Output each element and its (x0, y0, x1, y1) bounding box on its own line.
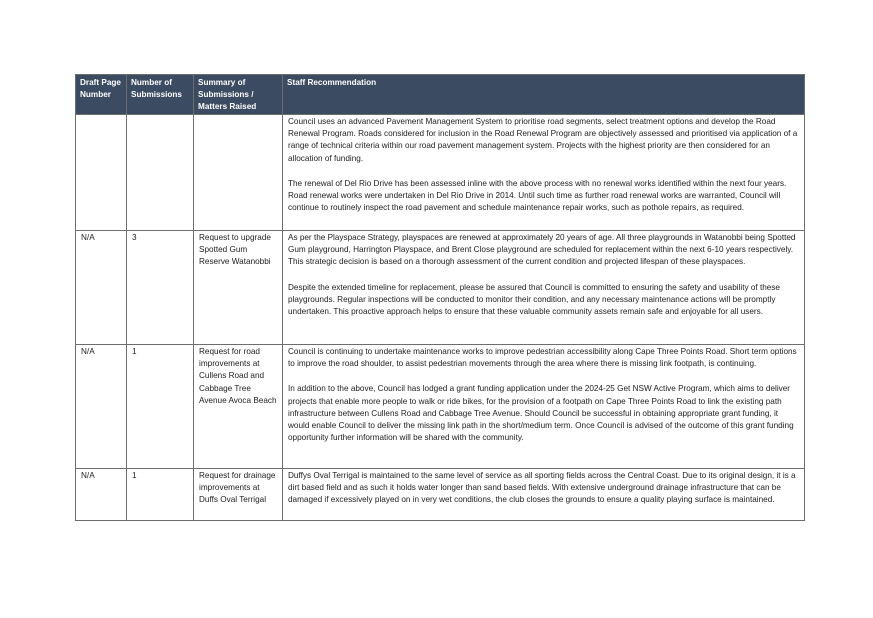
submissions-table: Draft Page Number Number of Submissions … (75, 74, 805, 521)
header-draft-page-number: Draft Page Number (75, 74, 127, 115)
page-number-cell (75, 114, 127, 231)
recommendation-paragraph: The renewal of Del Rio Drive has been as… (288, 178, 787, 213)
table-row: N/A 1 Request for road improvements at C… (75, 344, 805, 469)
header-number-of-submissions: Number of Submissions (126, 74, 194, 115)
summary-cell: Request for road improvements at Cullens… (193, 344, 283, 469)
submission-count-cell: 3 (126, 230, 194, 345)
page-number-cell: N/A (75, 468, 127, 521)
table-row: Council uses an advanced Pavement Manage… (75, 114, 805, 231)
recommendation-cell: Council uses an advanced Pavement Manage… (282, 114, 805, 231)
recommendation-cell: As per the Playspace Strategy, playspace… (282, 230, 805, 345)
recommendation-paragraph: Council is continuing to undertake maint… (288, 347, 797, 369)
table-row: N/A 1 Request for drainage improvements … (75, 468, 805, 521)
table-row: N/A 3 Request to upgrade Spotted Gum Res… (75, 230, 805, 345)
recommendation-paragraph: In addition to the above, Council has lo… (288, 384, 794, 443)
table-header-row: Draft Page Number Number of Submissions … (75, 74, 805, 115)
submission-count-cell: 1 (126, 468, 194, 521)
submission-count-cell (126, 114, 194, 231)
page-number-cell: N/A (75, 344, 127, 469)
recommendation-cell: Council is continuing to undertake maint… (282, 344, 805, 469)
submission-count-cell: 1 (126, 344, 194, 469)
summary-cell: Request for drainage improvements at Duf… (193, 468, 283, 521)
document-page: Draft Page Number Number of Submissions … (0, 0, 873, 618)
recommendation-paragraph: Council uses an advanced Pavement Manage… (288, 117, 798, 163)
header-staff-recommendation: Staff Recommendation (282, 74, 805, 115)
recommendation-cell: Duffys Oval Terrigal is maintained to th… (282, 468, 805, 521)
recommendation-paragraph: Despite the extended timeline for replac… (288, 282, 780, 317)
recommendation-paragraph: As per the Playspace Strategy, playspace… (288, 233, 796, 267)
summary-cell (193, 114, 283, 231)
recommendation-paragraph: Duffys Oval Terrigal is maintained to th… (288, 471, 796, 505)
header-summary-of-submissions: Summary of Submissions / Matters Raised (193, 74, 283, 115)
summary-cell: Request to upgrade Spotted Gum Reserve W… (193, 230, 283, 345)
page-number-cell: N/A (75, 230, 127, 345)
